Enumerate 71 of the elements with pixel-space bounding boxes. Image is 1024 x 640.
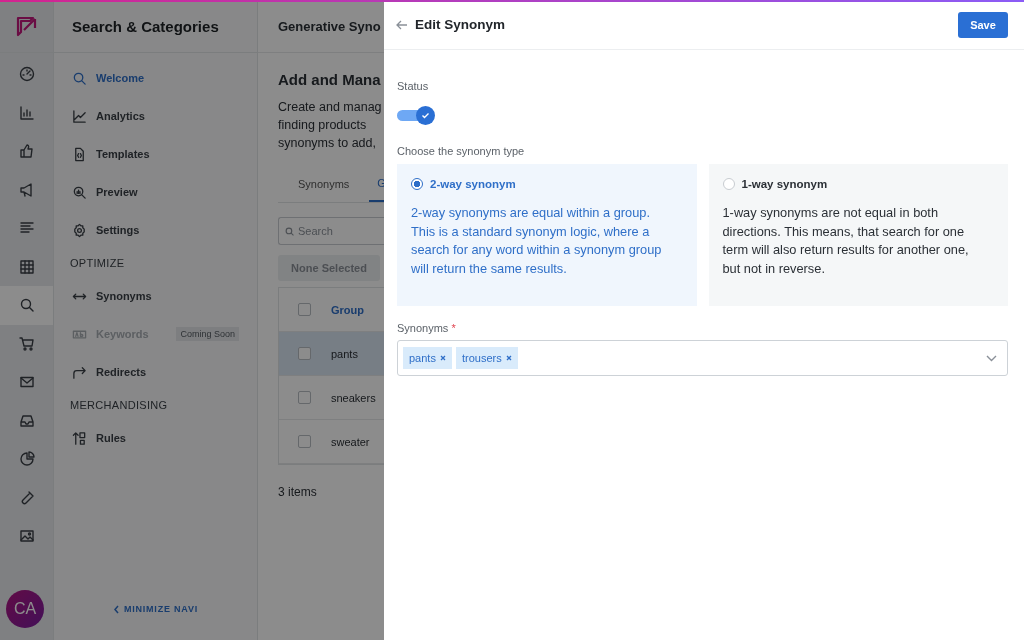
tab[interactable]: Synonyms (278, 166, 370, 202)
settings-icon (72, 222, 87, 238)
gauge-icon (18, 66, 35, 83)
required-mark: * (451, 322, 456, 334)
checkbox[interactable] (298, 347, 311, 360)
synonym-tag[interactable]: pants (403, 347, 452, 369)
synonym-tag[interactable]: trousers (455, 347, 518, 369)
remove-icon[interactable] (439, 355, 446, 361)
checkbox[interactable] (298, 435, 311, 448)
pie-chart-icon (18, 451, 35, 468)
thumbs-up-icon (18, 143, 35, 160)
search-icon (285, 226, 294, 236)
check-icon (421, 111, 430, 120)
checkbox[interactable] (298, 391, 311, 404)
megaphone-icon (18, 181, 35, 198)
section-heading: Add and Mana (278, 71, 382, 88)
checkbox[interactable] (298, 303, 311, 316)
nav-item[interactable]: Rules (54, 419, 257, 457)
nav-item[interactable]: Welcome (54, 59, 257, 97)
save-button[interactable]: Save (958, 11, 1008, 38)
cart-icon (18, 335, 35, 352)
radio-button[interactable] (411, 178, 423, 190)
field-label: Synonyms (397, 322, 449, 334)
inbox-icon (18, 412, 35, 429)
nav-item[interactable]: Synonyms (54, 277, 257, 315)
status-toggle[interactable] (397, 106, 435, 125)
synonyms-field[interactable]: pants trousers (397, 340, 1008, 376)
option-description: 1-way synonyms are not equal in both directions. This means, that search for one term will also return results for another one, but not in reverse. (722, 204, 970, 278)
code-file-icon (72, 146, 87, 162)
synonym-type-card[interactable]: 1-way synonym 1-way synonyms are not equal in both directions. This means, that search for one term will also return results for another one, but not in reverse. (708, 164, 1008, 306)
remove-icon[interactable] (505, 355, 512, 361)
logo-icon[interactable] (15, 15, 38, 37)
search-placeholder: Search (298, 225, 333, 237)
nav-item[interactable]: Redirects (54, 353, 257, 391)
option-title: 1-way synonym (741, 178, 828, 190)
image-icon (18, 528, 35, 545)
sort-rules-icon (72, 430, 87, 446)
magnifier-chart-icon (72, 184, 87, 200)
grid-icon (18, 258, 35, 275)
avatar[interactable]: CA (6, 590, 44, 628)
option-description: 2-way synonyms are equal within a group. This is a standard synonym logic, where a search for any word within a synonym group will return the same results. (411, 204, 663, 278)
nav-item[interactable]: Templates (54, 135, 257, 173)
back-arrow-icon[interactable] (396, 18, 408, 31)
search-icon (72, 70, 87, 86)
section-heading: MERCHANDISING (69, 398, 169, 413)
nav-item[interactable]: Preview (54, 173, 257, 211)
line-chart-icon (72, 108, 87, 124)
table-cell: sneakers (331, 391, 376, 404)
rail-item[interactable] (0, 286, 53, 325)
field-label: Choose the synonym type (397, 145, 526, 157)
option-title: 2-way synonym (430, 178, 516, 190)
redirect-arrow-icon (72, 364, 87, 380)
table-cell: sweater (331, 435, 370, 448)
minimize-navi-button[interactable]: MINIMIZE NAVI (112, 604, 199, 614)
chevron-down-icon[interactable] (986, 354, 997, 362)
synonym-type-card[interactable]: 2-way synonym 2-way synonyms are equal within a group. This is a standard synonym logic, where a search for any word within a synonym group will return the same results. (397, 164, 697, 306)
nav-item[interactable]: Settings (54, 211, 257, 249)
bar-chart-icon (18, 104, 35, 121)
panel-title: Search & Categories (54, 0, 257, 53)
coming-soon-badge: Coming Soon (176, 327, 239, 341)
column-header[interactable]: Group (331, 303, 364, 316)
search-icon (18, 297, 35, 314)
field-label: Status (397, 80, 430, 92)
nav-item[interactable]: Analytics (54, 97, 257, 135)
item-count: 3 items (278, 485, 318, 499)
section-heading: OPTIMIZE (69, 256, 126, 271)
drawer-title: Edit Synonym (415, 17, 505, 32)
table-row[interactable]: pants (279, 332, 384, 376)
chevron-left-icon (112, 604, 120, 614)
table-cell: pants (331, 347, 358, 360)
description: Create and manag finding products synonyms to add, (278, 99, 383, 152)
